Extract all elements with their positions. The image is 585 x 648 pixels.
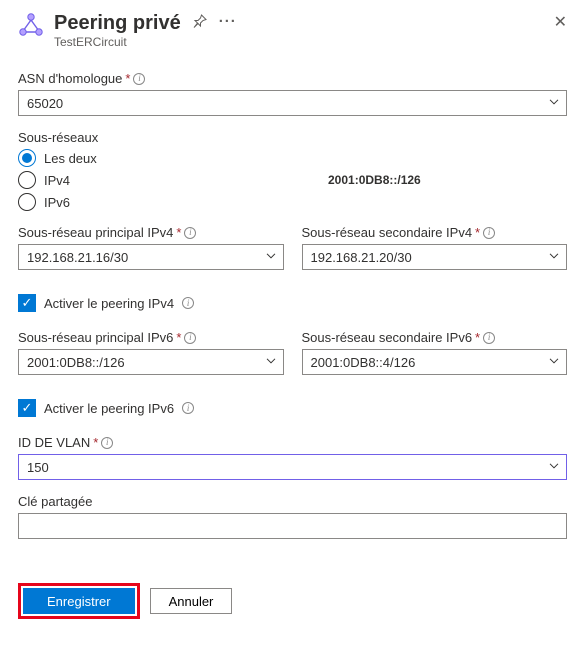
chevron-down-icon bbox=[548, 250, 560, 262]
enable-v4-label: Activer le peering IPv4 bbox=[44, 296, 174, 311]
asn-value: 65020 bbox=[27, 96, 63, 111]
info-icon[interactable]: i bbox=[184, 332, 196, 344]
shared-key-input[interactable] bbox=[18, 513, 567, 539]
subnets-ipv6-label: IPv6 bbox=[44, 195, 70, 210]
secondary-v4-label: Sous-réseau secondaire IPv4 bbox=[302, 225, 473, 240]
secondary-v6-value: 2001:0DB8::4/126 bbox=[311, 355, 416, 370]
primary-v6-label: Sous-réseau principal IPv6 bbox=[18, 330, 173, 345]
primary-v4-value: 192.168.21.16/30 bbox=[27, 250, 128, 265]
secondary-v6-label: Sous-réseau secondaire IPv6 bbox=[302, 330, 473, 345]
info-icon[interactable]: i bbox=[483, 332, 495, 344]
secondary-v4-input[interactable]: 192.168.21.20/30 bbox=[302, 244, 568, 270]
vlan-label: ID DE VLAN bbox=[18, 435, 90, 450]
save-button[interactable]: Enregistrer bbox=[23, 588, 135, 614]
radio-icon bbox=[18, 171, 36, 189]
primary-v4-input[interactable]: 192.168.21.16/30 bbox=[18, 244, 284, 270]
info-icon[interactable]: i bbox=[184, 227, 196, 239]
enable-peering-v6[interactable]: ✓ Activer le peering IPv6 i bbox=[18, 399, 567, 417]
primary-v4-field: Sous-réseau principal IPv4 * i 192.168.2… bbox=[18, 225, 284, 270]
primary-v4-label: Sous-réseau principal IPv4 bbox=[18, 225, 173, 240]
chevron-down-icon bbox=[548, 96, 560, 108]
subnets-option-ipv4[interactable]: IPv4 2001:0DB8::/126 bbox=[18, 171, 567, 189]
page-subtitle: TestERCircuit bbox=[54, 35, 544, 49]
enable-v6-label: Activer le peering IPv6 bbox=[44, 401, 174, 416]
checkbox-checked-icon: ✓ bbox=[18, 294, 36, 312]
required-asterisk: * bbox=[475, 330, 480, 345]
info-icon[interactable]: i bbox=[483, 227, 495, 239]
chevron-down-icon bbox=[548, 460, 560, 472]
peering-icon bbox=[18, 12, 44, 38]
subnets-label: Sous-réseaux bbox=[18, 130, 98, 145]
subnets-both-label: Les deux bbox=[44, 151, 97, 166]
close-icon[interactable]: ✕ bbox=[554, 12, 567, 32]
vlan-value: 150 bbox=[27, 460, 49, 475]
radio-icon bbox=[18, 193, 36, 211]
info-icon[interactable]: i bbox=[133, 73, 145, 85]
asn-field: ASN d'homologue * i 65020 bbox=[18, 71, 567, 116]
page-title: Peering privé bbox=[54, 12, 181, 34]
required-asterisk: * bbox=[475, 225, 480, 240]
save-highlight: Enregistrer bbox=[18, 583, 140, 619]
subnets-option-both[interactable]: Les deux bbox=[18, 149, 567, 167]
checkbox-checked-icon: ✓ bbox=[18, 399, 36, 417]
chevron-down-icon bbox=[265, 250, 277, 262]
info-icon[interactable]: i bbox=[182, 402, 194, 414]
secondary-v4-field: Sous-réseau secondaire IPv4 * i 192.168.… bbox=[302, 225, 568, 270]
required-asterisk: * bbox=[93, 435, 98, 450]
cancel-button[interactable]: Annuler bbox=[150, 588, 233, 614]
required-asterisk: * bbox=[176, 330, 181, 345]
shared-key-field: Clé partagée bbox=[18, 494, 567, 539]
shared-key-label: Clé partagée bbox=[18, 494, 92, 509]
info-icon[interactable]: i bbox=[182, 297, 194, 309]
enable-peering-v4[interactable]: ✓ Activer le peering IPv4 i bbox=[18, 294, 567, 312]
secondary-v6-input[interactable]: 2001:0DB8::4/126 bbox=[302, 349, 568, 375]
primary-v6-field: Sous-réseau principal IPv6 * i 2001:0DB8… bbox=[18, 330, 284, 375]
blade-header: Peering privé ··· TestERCircuit ✕ bbox=[18, 12, 567, 49]
primary-v6-value: 2001:0DB8::/126 bbox=[27, 355, 125, 370]
info-icon[interactable]: i bbox=[101, 437, 113, 449]
chevron-down-icon bbox=[548, 355, 560, 367]
required-asterisk: * bbox=[176, 225, 181, 240]
subnets-field: Sous-réseaux Les deux IPv4 2001:0DB8::/1… bbox=[18, 130, 567, 211]
asn-label: ASN d'homologue bbox=[18, 71, 122, 86]
required-asterisk: * bbox=[125, 71, 130, 86]
primary-v6-input[interactable]: 2001:0DB8::/126 bbox=[18, 349, 284, 375]
vlan-input[interactable]: 150 bbox=[18, 454, 567, 480]
subnets-option-ipv6[interactable]: IPv6 bbox=[18, 193, 567, 211]
footer-actions: Enregistrer Annuler bbox=[18, 583, 567, 619]
chevron-down-icon bbox=[265, 355, 277, 367]
subnets-ipv4-label: IPv4 bbox=[44, 173, 70, 188]
secondary-v6-field: Sous-réseau secondaire IPv6 * i 2001:0DB… bbox=[302, 330, 568, 375]
more-icon[interactable]: ··· bbox=[219, 14, 237, 33]
radio-checked-icon bbox=[18, 149, 36, 167]
ipv6-annotation: 2001:0DB8::/126 bbox=[328, 173, 421, 187]
pin-icon[interactable] bbox=[193, 14, 207, 33]
secondary-v4-value: 192.168.21.20/30 bbox=[311, 250, 412, 265]
asn-input[interactable]: 65020 bbox=[18, 90, 567, 116]
vlan-field: ID DE VLAN * i 150 bbox=[18, 435, 567, 480]
